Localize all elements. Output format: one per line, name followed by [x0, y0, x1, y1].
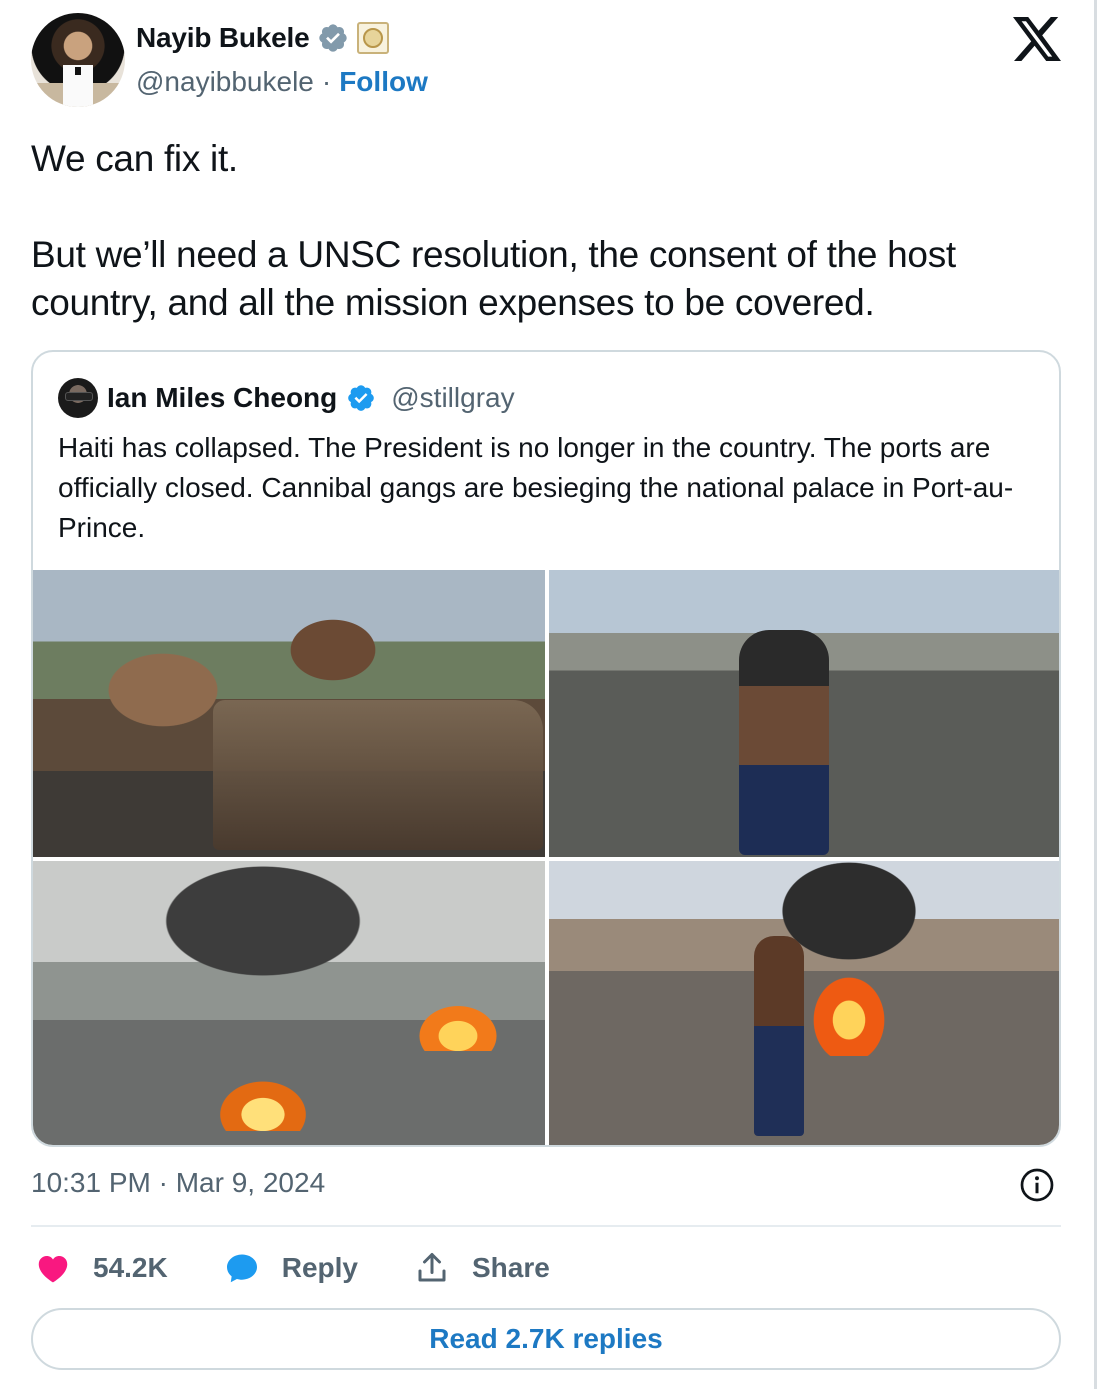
read-replies-button[interactable]: Read 2.7K replies	[31, 1308, 1061, 1370]
photo-boy-near-fire[interactable]	[549, 861, 1059, 1145]
author-name[interactable]: Nayib Bukele	[136, 22, 310, 54]
like-count: 54.2K	[93, 1252, 168, 1283]
heart-icon	[38, 1256, 68, 1283]
follow-button[interactable]: Follow	[339, 66, 428, 98]
reply-label: Reply	[281, 1252, 358, 1283]
author-avatar[interactable]	[31, 13, 125, 107]
verified-badge-icon	[348, 385, 375, 411]
share-upload-icon	[418, 1253, 446, 1282]
share-label: Share	[471, 1252, 550, 1283]
quote-media-grid	[33, 570, 1059, 1145]
quote-text: Haiti has collapsed. The President is no…	[58, 432, 1014, 543]
action-bar: 54.2K Reply Share	[35, 1246, 606, 1290]
photo-crowd-on-burned-car[interactable]	[33, 570, 545, 857]
photo-burning-tires-smoke[interactable]	[33, 861, 545, 1145]
reply-button[interactable]: Reply	[224, 1250, 358, 1286]
verified-badge-icon	[319, 24, 348, 52]
tweet-text: We can fix it. But we’ll need a UNSC res…	[31, 135, 1061, 327]
info-icon[interactable]	[1019, 1167, 1055, 1203]
quote-author-handle[interactable]: @stillgray	[391, 382, 514, 414]
quote-author-avatar[interactable]	[58, 378, 98, 418]
photo-man-with-stick-street[interactable]	[549, 570, 1059, 857]
share-button[interactable]: Share	[414, 1250, 550, 1286]
quote-author-name[interactable]: Ian Miles Cheong	[107, 382, 337, 414]
government-seal-icon	[357, 22, 390, 54]
like-button[interactable]: 54.2K	[35, 1250, 168, 1286]
tweet-paragraph: We can fix it.	[31, 138, 238, 179]
divider	[31, 1225, 1061, 1227]
author-handle[interactable]: @nayibbukele	[136, 66, 314, 98]
tweet-paragraph: But we’ll need a UNSC resolution, the co…	[31, 234, 956, 323]
x-logo-icon[interactable]	[1013, 17, 1061, 61]
tweet-timestamp[interactable]: 10:31 PM · Mar 9, 2024	[31, 1167, 325, 1199]
quoted-tweet[interactable]: Ian Miles Cheong @stillgray Haiti has co…	[31, 350, 1061, 1147]
separator-dot: ·	[321, 66, 332, 97]
quote-header: Ian Miles Cheong @stillgray	[58, 378, 515, 418]
reply-bubble-icon	[226, 1254, 257, 1283]
author-handle-row: @nayibbukele · Follow	[136, 66, 428, 98]
author-name-row: Nayib Bukele	[136, 22, 390, 54]
tweet-embed-card: Nayib Bukele @nayibbukele · Follow We ca…	[0, 0, 1097, 1389]
